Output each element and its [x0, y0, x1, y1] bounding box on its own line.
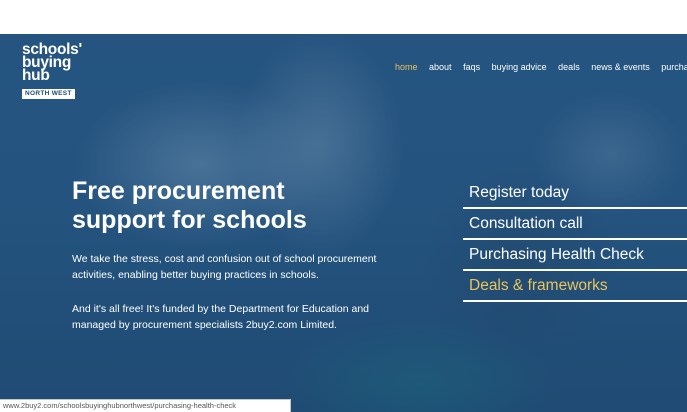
nav-item-home[interactable]: home — [395, 62, 418, 72]
nav-item-purchasing[interactable]: purchasi — [661, 62, 687, 72]
cta-menu: Register today Consultation call Purchas… — [463, 178, 687, 302]
nav-item-buying-advice[interactable]: buying advice — [492, 62, 547, 72]
hero-headline: Free procurement support for schools — [72, 177, 307, 234]
hero-section: schools' buying hub NORTH WEST home abou… — [0, 34, 687, 412]
nav-item-deals[interactable]: deals — [558, 62, 580, 72]
cta-purchasing-health-check[interactable]: Purchasing Health Check — [463, 240, 687, 271]
top-blank-strip — [0, 0, 687, 34]
nav-item-about[interactable]: about — [429, 62, 452, 72]
logo-region-badge: NORTH WEST — [22, 89, 75, 99]
cta-deals-frameworks[interactable]: Deals & frameworks — [463, 271, 687, 302]
main-nav: home about faqs buying advice deals news… — [395, 62, 687, 72]
hero-paragraph-1: We take the stress, cost and confusion o… — [72, 253, 377, 281]
link-status-bar: www.2buy2.com/schoolsbuyinghubnorthwest/… — [0, 399, 291, 412]
site-logo[interactable]: schools' buying hub NORTH WEST — [22, 42, 82, 100]
hero-paragraph-2: And it's all free! It's funded by the De… — [72, 303, 370, 331]
nav-item-news-events[interactable]: news & events — [591, 62, 650, 72]
cta-register-today[interactable]: Register today — [463, 178, 687, 209]
nav-item-faqs[interactable]: faqs — [463, 62, 480, 72]
cta-consultation-call[interactable]: Consultation call — [463, 209, 687, 240]
